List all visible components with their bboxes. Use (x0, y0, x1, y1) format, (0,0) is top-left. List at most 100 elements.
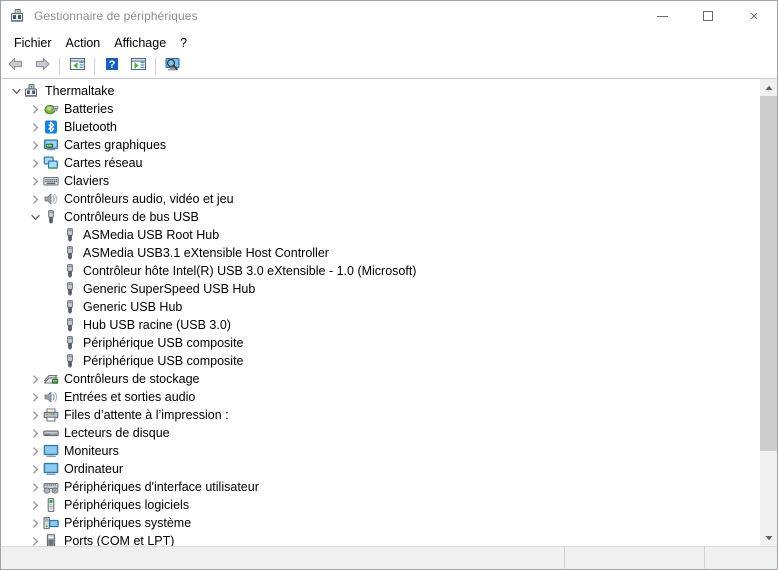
menu-affichage[interactable]: Affichage (107, 33, 173, 53)
tree-item[interactable]: Lecteurs de disque (1, 424, 759, 442)
chevron-right-icon[interactable] (27, 388, 43, 406)
properties-button[interactable] (64, 55, 90, 77)
usb-icon (62, 245, 78, 261)
tree-item[interactable]: Cartes réseau (1, 154, 759, 172)
tree-item-label: Hub USB racine (USB 3.0) (83, 318, 231, 332)
menu-action[interactable]: Action (59, 33, 108, 53)
usb-icon (62, 263, 78, 279)
tree-item-label: Generic USB Hub (83, 300, 183, 314)
chevron-down-icon[interactable] (27, 208, 43, 226)
scroll-track[interactable] (760, 96, 777, 529)
usb-icon (62, 317, 78, 333)
status-pane-main (1, 547, 565, 569)
update-driver-button[interactable] (125, 55, 151, 77)
back-button[interactable] (3, 55, 29, 77)
title-bar[interactable]: Gestionnaire de périphériques ✕ (1, 1, 777, 31)
device-tree[interactable]: Thermaltake Batteries Bluetooth Cartes g… (1, 79, 759, 546)
tree-item[interactable]: Claviers (1, 172, 759, 190)
chevron-right-icon[interactable] (27, 514, 43, 532)
toolbar-separator (59, 57, 60, 75)
tree-item-label: Cartes réseau (64, 156, 143, 170)
chevron-right-icon[interactable] (27, 172, 43, 190)
svg-text:?: ? (109, 59, 116, 71)
help-button[interactable]: ? (99, 55, 125, 77)
tree-item[interactable]: ASMedia USB Root Hub (1, 226, 759, 244)
tree-item[interactable]: Moniteurs (1, 442, 759, 460)
tree-item[interactable]: Batteries (1, 100, 759, 118)
monitor-icon (43, 461, 59, 477)
menu-fichier[interactable]: Fichier (7, 33, 59, 53)
speaker-icon (43, 389, 59, 405)
chevron-right-icon[interactable] (27, 406, 43, 424)
tree-item[interactable]: Contrôleurs de stockage (1, 370, 759, 388)
toolbar-separator (94, 57, 95, 75)
chevron-right-icon[interactable] (27, 118, 43, 136)
speaker-icon (43, 191, 59, 207)
close-button[interactable]: ✕ (731, 1, 777, 31)
chevron-right-icon[interactable] (27, 496, 43, 514)
maximize-button[interactable] (685, 1, 731, 31)
vertical-scrollbar[interactable] (759, 79, 777, 546)
chevron-right-icon[interactable] (27, 532, 43, 546)
menu-aide[interactable]: ? (173, 33, 194, 53)
tree-item-label: Périphérique USB composite (83, 336, 244, 350)
tree-item[interactable]: Périphériques logiciels (1, 496, 759, 514)
tree-item[interactable]: Contrôleurs audio, vidéo et jeu (1, 190, 759, 208)
tree-item-label: Ports (COM et LPT) (64, 534, 175, 546)
chevron-right-icon[interactable] (27, 154, 43, 172)
chevron-right-icon[interactable] (27, 424, 43, 442)
tree-item[interactable]: Périphériques d'interface utilisateur (1, 478, 759, 496)
update-driver-icon (130, 56, 147, 77)
chevron-right-icon[interactable] (27, 136, 43, 154)
chevron-right-icon[interactable] (27, 100, 43, 118)
tree-item-label: Contrôleur hôte Intel(R) USB 3.0 eXtensi… (83, 264, 417, 278)
tree-item-label: Ordinateur (64, 462, 124, 476)
display-adapter-icon (43, 137, 59, 153)
chevron-right-icon[interactable] (27, 190, 43, 208)
battery-icon (43, 101, 59, 117)
tree-item[interactable]: Files d’attente à l’impression : (1, 406, 759, 424)
tree-item[interactable]: Generic USB Hub (1, 298, 759, 316)
tree-item[interactable]: Contrôleurs de bus USB (1, 208, 759, 226)
usb-icon (62, 299, 78, 315)
tree-item[interactable]: Hub USB racine (USB 3.0) (1, 316, 759, 334)
chevron-right-icon[interactable] (27, 442, 43, 460)
chevron-right-icon[interactable] (27, 370, 43, 388)
tree-item[interactable]: Entrées et sorties audio (1, 388, 759, 406)
status-pane-secondary (565, 547, 705, 569)
scroll-up-button[interactable] (760, 79, 777, 96)
storage-controller-icon (43, 371, 59, 387)
chevron-down-icon[interactable] (8, 82, 24, 100)
scroll-down-button[interactable] (760, 529, 777, 546)
tree-item[interactable]: ASMedia USB3.1 eXtensible Host Controlle… (1, 244, 759, 262)
tree-item-label: Thermaltake (45, 84, 115, 98)
tree-item[interactable]: Ports (COM et LPT) (1, 532, 759, 546)
system-device-icon (43, 515, 59, 531)
tree-item[interactable]: Ordinateur (1, 460, 759, 478)
toolbar-separator (155, 57, 156, 75)
scan-hardware-button[interactable] (160, 55, 186, 77)
keyboard-icon (43, 173, 59, 189)
software-device-icon (43, 497, 59, 513)
scroll-thumb[interactable] (760, 96, 777, 452)
tree-item-label: Contrôleurs de stockage (64, 372, 200, 386)
printer-icon (43, 407, 59, 423)
tree-item[interactable]: Bluetooth (1, 118, 759, 136)
tree-item[interactable]: Périphérique USB composite (1, 352, 759, 370)
tree-item[interactable]: Contrôleur hôte Intel(R) USB 3.0 eXtensi… (1, 262, 759, 280)
back-arrow-icon (7, 56, 25, 77)
tree-item[interactable]: Périphériques système (1, 514, 759, 532)
forward-button[interactable] (29, 55, 55, 77)
tree-item[interactable]: Périphérique USB composite (1, 334, 759, 352)
help-question-icon: ? (104, 56, 120, 77)
tree-item[interactable]: Thermaltake (1, 82, 759, 100)
tree-item[interactable]: Cartes graphiques (1, 136, 759, 154)
tree-item[interactable]: Generic SuperSpeed USB Hub (1, 280, 759, 298)
chevron-right-icon[interactable] (27, 460, 43, 478)
chevron-right-icon[interactable] (27, 478, 43, 496)
minimize-button[interactable] (639, 1, 685, 31)
maximize-icon (703, 11, 713, 21)
